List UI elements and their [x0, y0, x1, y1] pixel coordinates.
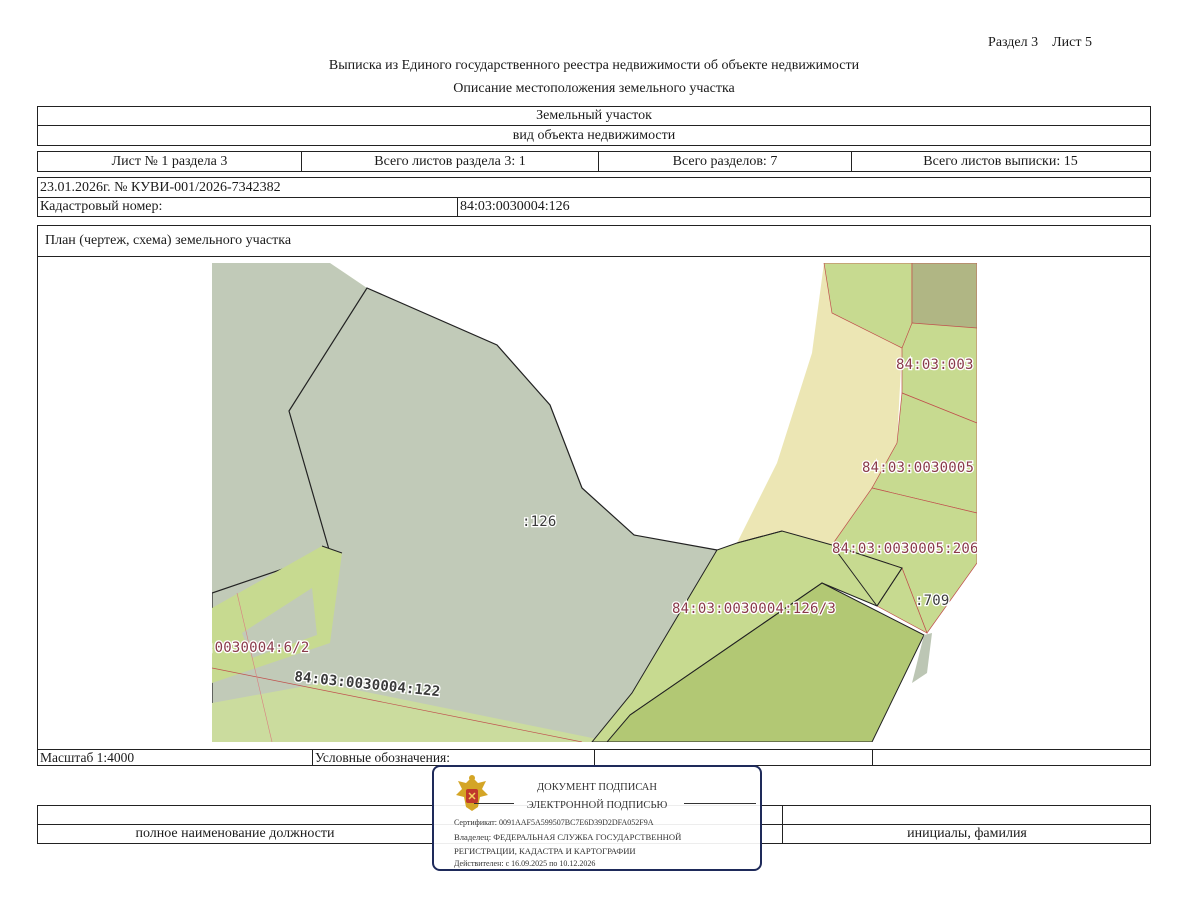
legend-cell-2	[595, 750, 873, 765]
sheets-in-section: Всего листов раздела 3: 1	[302, 152, 599, 171]
document-subtitle: Описание местоположения земельного участ…	[453, 81, 735, 96]
olive-parcel	[911, 263, 977, 332]
scale-legend-row: Масштаб 1:4000 Условные обозначения:	[37, 749, 1151, 766]
object-type: Земельный участок	[38, 107, 1150, 126]
label-parcel-6-2: :0030004:6/2	[212, 640, 310, 656]
stamp-owner-line-1: Владелец: ФЕДЕРАЛЬНАЯ СЛУЖБА ГОСУДАРСТВЕ…	[454, 832, 682, 842]
legend-cell-3	[873, 750, 1148, 765]
stamp-validity: Действителен: с 16.09.2025 по 10.12.2026	[454, 859, 596, 868]
label-parcel-0030005: 84:03:0030005	[862, 460, 974, 476]
stamp-line-2: ЭЛЕКТРОННОЙ ПОДПИСЬЮ	[526, 800, 668, 811]
label-parcel-003: 84:03:003	[896, 357, 974, 373]
cadastral-row: Кадастровый номер: 84:03:0030004:126	[37, 197, 1151, 217]
stamp-divider-right	[684, 803, 756, 804]
stamp-line-1: ДОКУМЕНТ ПОДПИСАН	[537, 782, 657, 793]
label-parcel-126-3: 84:03:0030004:126/3	[672, 601, 836, 617]
plan-title: План (чертеж, схема) земельного участка	[45, 233, 292, 248]
plan-title-divider	[38, 256, 1150, 257]
label-parcel-206: 84:03:0030005:206	[832, 541, 977, 557]
electronic-signature-stamp: ДОКУМЕНТ ПОДПИСАН ЭЛЕКТРОННОЙ ПОДПИСЬЮ С…	[432, 765, 762, 871]
record-date-number: 23.01.2026г. № КУВИ-001/2026-7342382	[40, 179, 281, 195]
object-type-box: Земельный участок вид объекта недвижимос…	[37, 106, 1151, 146]
label-main-parcel: :126	[522, 514, 557, 530]
stamp-certificate: Сертификат: 0091AAF5A599507BC7E6D39D2DFA…	[454, 818, 654, 827]
legend-label: Условные обозначения:	[313, 750, 595, 765]
section-page-number: Раздел 3 Лист 5	[988, 35, 1092, 50]
total-sections: Всего разделов: 7	[599, 152, 852, 171]
sheet-number: Лист № 1 раздела 3	[38, 152, 302, 171]
sheet-info-row: Лист № 1 раздела 3 Всего листов раздела …	[37, 151, 1151, 172]
object-type-caption: вид объекта недвижимости	[512, 127, 676, 143]
cadastral-label: Кадастровый номер:	[38, 198, 458, 216]
position-caption: полное наименование должности	[135, 826, 335, 841]
stamp-divider-left	[474, 803, 514, 804]
scale-label: Масштаб 1:4000	[38, 750, 313, 765]
name-caption: инициалы, фамилия	[907, 826, 1027, 841]
cadastral-value: 84:03:0030004:126	[460, 199, 570, 214]
cadastral-map: :126 84:03:0030004:126/3 84:03:0030004:1…	[212, 263, 977, 742]
total-sheets: Всего листов выписки: 15	[923, 153, 1078, 169]
stamp-owner-line-2: РЕГИСТРАЦИИ, КАДАСТРА И КАРТОГРАФИИ	[454, 846, 636, 856]
label-parcel-709: :709	[915, 593, 950, 609]
document-title: Выписка из Единого государственного реес…	[328, 58, 860, 73]
record-date-row: 23.01.2026г. № КУВИ-001/2026-7342382	[37, 177, 1151, 198]
